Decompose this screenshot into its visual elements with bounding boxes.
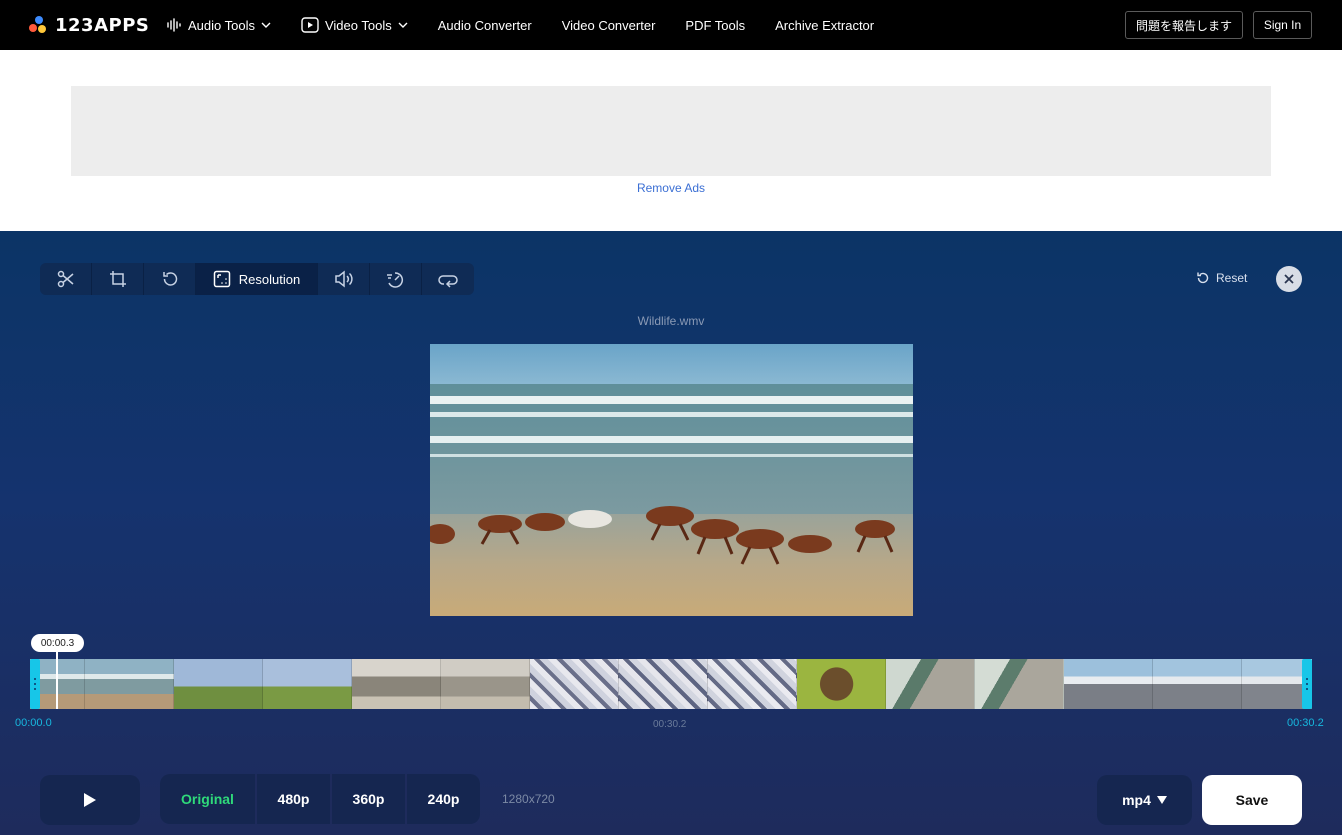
timeline-frame xyxy=(708,659,797,709)
audio-wave-icon xyxy=(167,18,181,32)
nav-video-tools[interactable]: Video Tools xyxy=(301,17,408,33)
timeline-frame xyxy=(530,659,619,709)
nav-audio-tools-label: Audio Tools xyxy=(188,17,255,33)
resolution-icon xyxy=(213,270,231,288)
sign-in-button[interactable]: Sign In xyxy=(1253,11,1312,39)
timeline-duration: 00:30.2 xyxy=(653,719,687,730)
tool-cut[interactable] xyxy=(40,263,92,295)
logo-text: 123APPS xyxy=(55,15,150,36)
tool-rotate[interactable] xyxy=(144,263,196,295)
chevron-down-icon xyxy=(398,22,408,28)
loop-icon xyxy=(438,275,458,288)
nav-pdf-tools[interactable]: PDF Tools xyxy=(685,18,745,33)
timeline-frame xyxy=(441,659,530,709)
report-problem-button[interactable]: 問題を報告します xyxy=(1125,11,1243,39)
crop-icon xyxy=(109,271,126,287)
play-square-icon xyxy=(301,17,319,33)
tool-volume[interactable] xyxy=(318,263,370,295)
nav-audio-converter[interactable]: Audio Converter xyxy=(438,18,532,33)
timeline-frame xyxy=(1064,659,1153,709)
brand-logo[interactable]: 123APPS xyxy=(29,15,149,36)
editor-toolbar: Resolution xyxy=(40,263,474,295)
video-frame-image xyxy=(430,344,913,616)
play-icon xyxy=(84,793,96,807)
timeline-start-time: 00:00.0 xyxy=(15,717,52,729)
timeline-strip[interactable] xyxy=(30,659,1312,709)
reset-button[interactable]: Reset xyxy=(1196,271,1247,285)
tool-resolution-label: Resolution xyxy=(238,271,301,287)
resolution-options: Original 480p 360p 240p xyxy=(160,774,480,824)
chevron-down-icon xyxy=(261,22,271,28)
tool-loop[interactable] xyxy=(422,263,474,295)
resolution-360p[interactable]: 360p xyxy=(332,774,407,824)
rotate-icon xyxy=(162,272,177,286)
tool-resolution[interactable]: Resolution xyxy=(196,263,318,295)
tool-crop[interactable] xyxy=(92,263,144,295)
trim-handle-left[interactable] xyxy=(30,659,40,709)
trim-handle-right[interactable] xyxy=(1302,659,1312,709)
format-select[interactable]: mp4 xyxy=(1097,775,1192,825)
caret-down-icon xyxy=(1156,796,1167,804)
timeline-frame xyxy=(263,659,352,709)
speed-icon xyxy=(386,272,403,288)
timeline-frame xyxy=(174,659,263,709)
video-editor: Resolution Reset Wildlife.wmv 00:00.3 00… xyxy=(0,231,1342,835)
resolution-240p[interactable]: 240p xyxy=(407,774,480,824)
remove-ads-link[interactable]: Remove Ads xyxy=(0,181,1342,195)
timeline-frame xyxy=(352,659,441,709)
main-nav: Audio Tools Video Tools Audio Converter … xyxy=(166,0,904,50)
scissors-icon xyxy=(57,270,73,288)
nav-audio-tools[interactable]: Audio Tools xyxy=(166,18,271,33)
top-navbar: 123APPS Audio Tools Video Tools Audio Co… xyxy=(0,0,1342,50)
ad-banner xyxy=(71,86,1271,176)
format-value: mp4 xyxy=(1122,792,1151,808)
play-button[interactable] xyxy=(40,775,140,825)
reset-label: Reset xyxy=(1216,271,1248,285)
close-button[interactable] xyxy=(1276,266,1302,292)
video-filename: Wildlife.wmv xyxy=(637,314,705,328)
resolution-480p[interactable]: 480p xyxy=(257,774,332,824)
close-icon xyxy=(1284,274,1294,284)
tool-speed[interactable] xyxy=(370,263,422,295)
nav-video-tools-label: Video Tools xyxy=(324,17,392,33)
playhead[interactable] xyxy=(56,651,58,709)
timeline-frame xyxy=(85,659,174,709)
timeline-frame xyxy=(619,659,708,709)
save-button[interactable]: Save xyxy=(1202,775,1302,825)
volume-icon xyxy=(334,270,353,288)
playhead-time: 00:00.3 xyxy=(31,634,84,652)
nav-archive-extractor[interactable]: Archive Extractor xyxy=(775,18,874,33)
logo-dots-icon xyxy=(29,15,49,36)
reset-icon xyxy=(1197,272,1209,284)
video-preview[interactable] xyxy=(430,344,913,616)
nav-video-converter[interactable]: Video Converter xyxy=(562,18,656,33)
timeline-frame xyxy=(886,659,975,709)
resolution-original[interactable]: Original xyxy=(160,774,257,824)
timeline-frame xyxy=(975,659,1064,709)
timeline-frame xyxy=(1153,659,1242,709)
resolution-dimensions: 1280x720 xyxy=(502,792,555,806)
timeline-frame xyxy=(797,659,886,709)
timeline-end-time: 00:30.2 xyxy=(1287,717,1324,729)
